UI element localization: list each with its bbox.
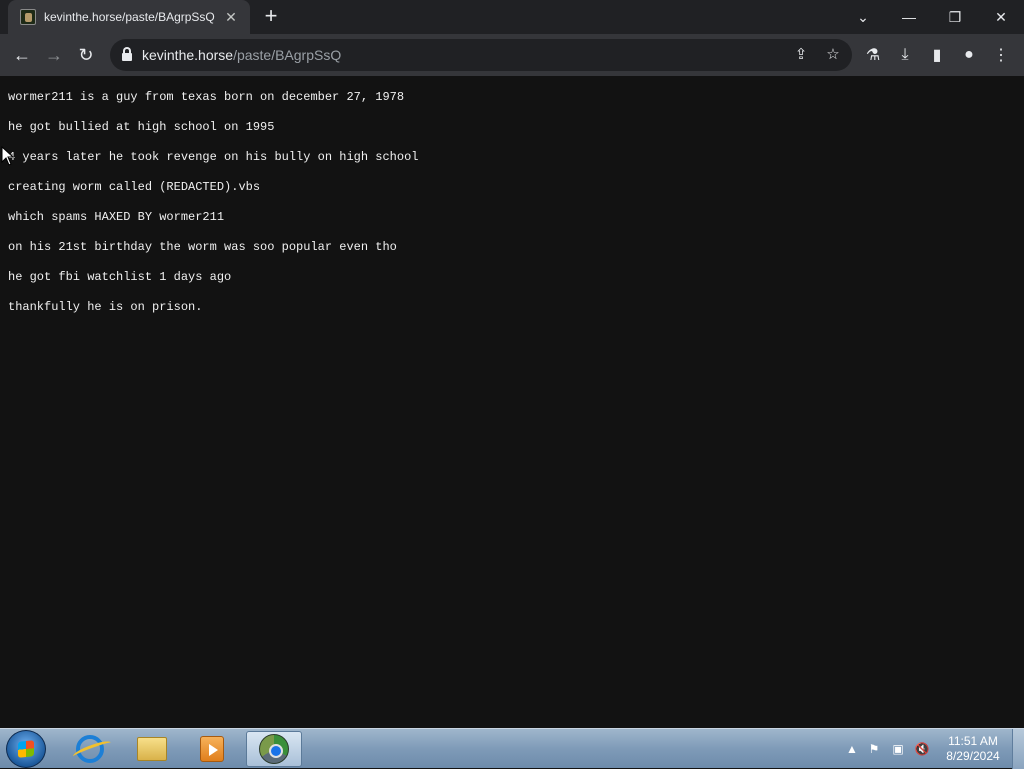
paste-line: wormer211 is a guy from texas born on de…	[8, 90, 405, 104]
lock-icon[interactable]	[122, 47, 132, 61]
site-favicon-icon	[20, 9, 36, 25]
paste-line: which spams HAXED BY wormer211	[8, 210, 225, 224]
internet-explorer-icon	[76, 735, 104, 763]
system-clock[interactable]: 11:51 AM 8/29/2024	[938, 734, 1008, 764]
action-center-flag-icon[interactable]: ⚑	[866, 741, 882, 757]
taskbar-file-explorer[interactable]	[124, 731, 180, 767]
reload-button[interactable]: ↻	[72, 41, 100, 69]
restore-button[interactable]: ❐	[932, 0, 978, 34]
url-path: /paste/BAgrpSsQ	[233, 47, 342, 63]
paste-line: thankfully he is on prison.	[8, 300, 203, 314]
profile-icon[interactable]: ●	[958, 44, 980, 66]
network-icon[interactable]: ▣	[890, 741, 906, 757]
folder-icon	[137, 737, 167, 761]
browser-tab[interactable]: kevinthe.horse/paste/BAgrpSsQ ✕	[8, 0, 250, 34]
taskbar: ▲ ⚑ ▣ 🔇 11:51 AM 8/29/2024	[0, 728, 1024, 769]
bookmark-star-icon[interactable]: ☆	[824, 46, 842, 64]
paste-line: he got fbi watchlist 1 days ago	[8, 270, 232, 284]
share-icon[interactable]: ⇪	[792, 46, 810, 64]
tab-title: kevinthe.horse/paste/BAgrpSsQ	[44, 10, 215, 24]
clock-date: 8/29/2024	[946, 749, 1000, 763]
menu-icon[interactable]: ⋮	[990, 44, 1012, 66]
taskbar-internet-explorer[interactable]	[62, 731, 118, 767]
tab-search-button[interactable]: ⌄	[840, 0, 886, 34]
media-player-icon	[200, 736, 224, 762]
back-button[interactable]: ←	[8, 41, 36, 69]
forward-button[interactable]: →	[40, 41, 68, 69]
paste-line: 4 years later he took revenge on his bul…	[8, 150, 419, 164]
address-bar[interactable]: kevinthe.horse/paste/BAgrpSsQ ⇪ ☆	[110, 39, 852, 71]
paste-line: on his 21st birthday the worm was soo po…	[8, 240, 397, 254]
tab-strip: kevinthe.horse/paste/BAgrpSsQ ✕ + ⌄ — ❐ …	[0, 0, 1024, 34]
start-button[interactable]	[6, 730, 46, 768]
minimize-button[interactable]: —	[886, 0, 932, 34]
paste-content: wormer211 is a guy from texas born on de…	[0, 76, 1024, 728]
clock-time: 11:51 AM	[948, 734, 998, 748]
show-hidden-icons-icon[interactable]: ▲	[844, 741, 860, 757]
labs-icon[interactable]: ⚗	[862, 44, 884, 66]
show-desktop-button[interactable]	[1012, 729, 1024, 769]
tab-close-icon[interactable]: ✕	[222, 9, 240, 26]
browser-toolbar: ← → ↻ kevinthe.horse/paste/BAgrpSsQ ⇪ ☆ …	[0, 34, 1024, 76]
paste-line: creating worm called (REDACTED).vbs	[8, 180, 261, 194]
browser-icon	[259, 734, 289, 764]
new-tab-button[interactable]: +	[258, 4, 284, 30]
url-host: kevinthe.horse	[142, 47, 234, 63]
taskbar-browser[interactable]	[246, 731, 302, 767]
close-window-button[interactable]: ✕	[978, 0, 1024, 34]
side-panel-icon[interactable]: ▮	[926, 44, 948, 66]
taskbar-media-player[interactable]	[184, 731, 240, 767]
mouse-pointer-icon	[1, 146, 15, 166]
download-icon[interactable]: ⤓	[894, 44, 916, 66]
paste-line: he got bullied at high school on 1995	[8, 120, 275, 134]
volume-muted-icon[interactable]: 🔇	[914, 741, 930, 757]
